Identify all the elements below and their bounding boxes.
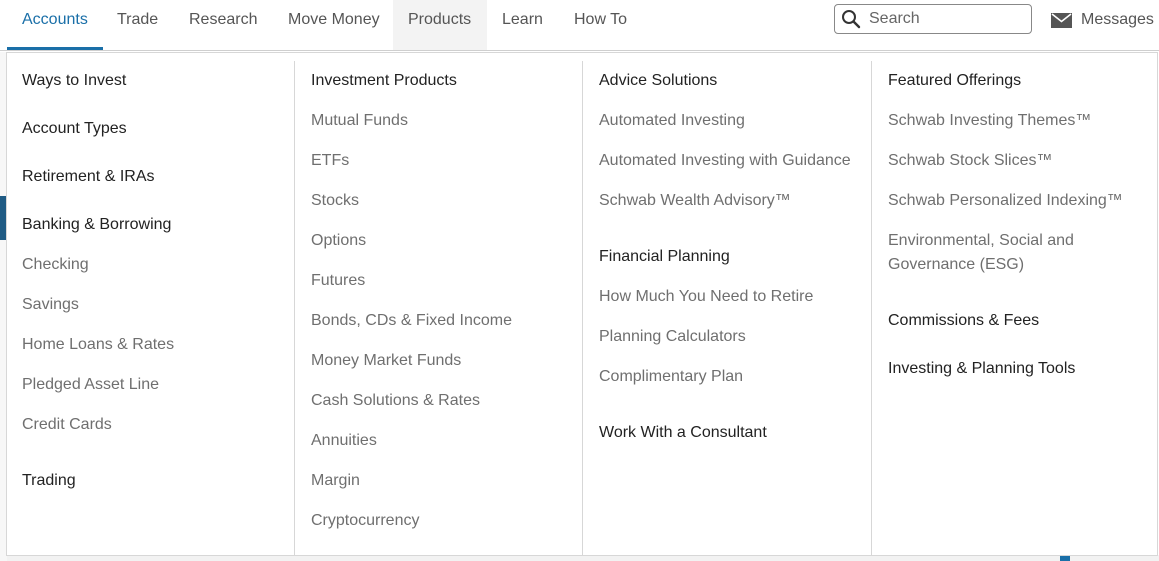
menu-personalized-indexing[interactable]: Schwab Personalized Indexing™ (888, 189, 1123, 213)
menu-money-market-funds[interactable]: Money Market Funds (311, 349, 461, 373)
search-icon[interactable] (841, 9, 861, 29)
background-page-mark (1060, 556, 1070, 561)
menu-automated-investing-guidance[interactable]: Automated Investing with Guidance (599, 149, 851, 173)
menu-column-featured: Featured Offerings Schwab Investing Them… (871, 61, 1157, 555)
menu-work-with-consultant[interactable]: Work With a Consultant (599, 421, 767, 445)
envelope-icon (1051, 12, 1072, 28)
nav-how-to[interactable]: How To (559, 0, 642, 50)
menu-column-accounts: Ways to Invest Account Types Retirement … (7, 61, 294, 555)
menu-complimentary-plan[interactable]: Complimentary Plan (599, 365, 743, 389)
menu-ways-to-invest[interactable]: Ways to Invest (22, 69, 126, 93)
menu-account-types[interactable]: Account Types (22, 117, 127, 141)
menu-banking-borrowing[interactable]: Banking & Borrowing (22, 213, 171, 237)
menu-futures[interactable]: Futures (311, 269, 365, 293)
nav-accounts[interactable]: Accounts (7, 0, 103, 50)
menu-wealth-advisory[interactable]: Schwab Wealth Advisory™ (599, 189, 791, 213)
menu-pledged-asset-line[interactable]: Pledged Asset Line (22, 373, 159, 397)
products-mega-menu: Ways to Invest Account Types Retirement … (6, 52, 1158, 556)
top-navigation: Accounts Trade Research Move Money Produ… (0, 0, 1159, 51)
nav-trade[interactable]: Trade (102, 0, 173, 50)
nav-move-money[interactable]: Move Money (273, 0, 395, 50)
messages-link[interactable]: Messages (1051, 0, 1154, 40)
menu-advice-solutions[interactable]: Advice Solutions (599, 69, 717, 93)
menu-stock-slices[interactable]: Schwab Stock Slices™ (888, 149, 1053, 173)
menu-investing-themes[interactable]: Schwab Investing Themes™ (888, 109, 1091, 133)
nav-learn[interactable]: Learn (487, 0, 558, 50)
menu-planning-calculators[interactable]: Planning Calculators (599, 325, 746, 349)
search-box (834, 4, 1032, 34)
menu-margin[interactable]: Margin (311, 469, 360, 493)
menu-stocks[interactable]: Stocks (311, 189, 359, 213)
menu-options[interactable]: Options (311, 229, 366, 253)
menu-mutual-funds[interactable]: Mutual Funds (311, 109, 408, 133)
menu-etfs[interactable]: ETFs (311, 149, 349, 173)
menu-bonds-cds[interactable]: Bonds, CDs & Fixed Income (311, 309, 512, 333)
menu-annuities[interactable]: Annuities (311, 429, 377, 453)
menu-financial-planning[interactable]: Financial Planning (599, 245, 730, 269)
menu-commissions-fees[interactable]: Commissions & Fees (888, 309, 1039, 333)
menu-esg[interactable]: Environmental, Social and Governance (ES… (888, 229, 1108, 277)
nav-products[interactable]: Products (393, 0, 487, 50)
menu-automated-investing[interactable]: Automated Investing (599, 109, 745, 133)
menu-credit-cards[interactable]: Credit Cards (22, 413, 112, 437)
messages-label: Messages (1081, 11, 1154, 28)
menu-investment-products[interactable]: Investment Products (311, 69, 457, 93)
menu-trading[interactable]: Trading (22, 469, 76, 493)
menu-investing-planning-tools[interactable]: Investing & Planning Tools (888, 357, 1075, 381)
nav-research[interactable]: Research (174, 0, 272, 50)
menu-cash-solutions[interactable]: Cash Solutions & Rates (311, 389, 480, 413)
menu-column-advice: Advice Solutions Automated Investing Aut… (582, 61, 871, 555)
menu-checking[interactable]: Checking (22, 253, 89, 277)
menu-home-loans[interactable]: Home Loans & Rates (22, 333, 174, 357)
menu-how-much-retire[interactable]: How Much You Need to Retire (599, 285, 813, 309)
menu-column-investment-products: Investment Products Mutual Funds ETFs St… (294, 61, 582, 555)
menu-cryptocurrency[interactable]: Cryptocurrency (311, 509, 419, 533)
menu-savings[interactable]: Savings (22, 293, 79, 317)
menu-retirement-iras[interactable]: Retirement & IRAs (22, 165, 154, 189)
menu-featured-offerings[interactable]: Featured Offerings (888, 69, 1021, 93)
search-input[interactable] (867, 9, 1031, 29)
